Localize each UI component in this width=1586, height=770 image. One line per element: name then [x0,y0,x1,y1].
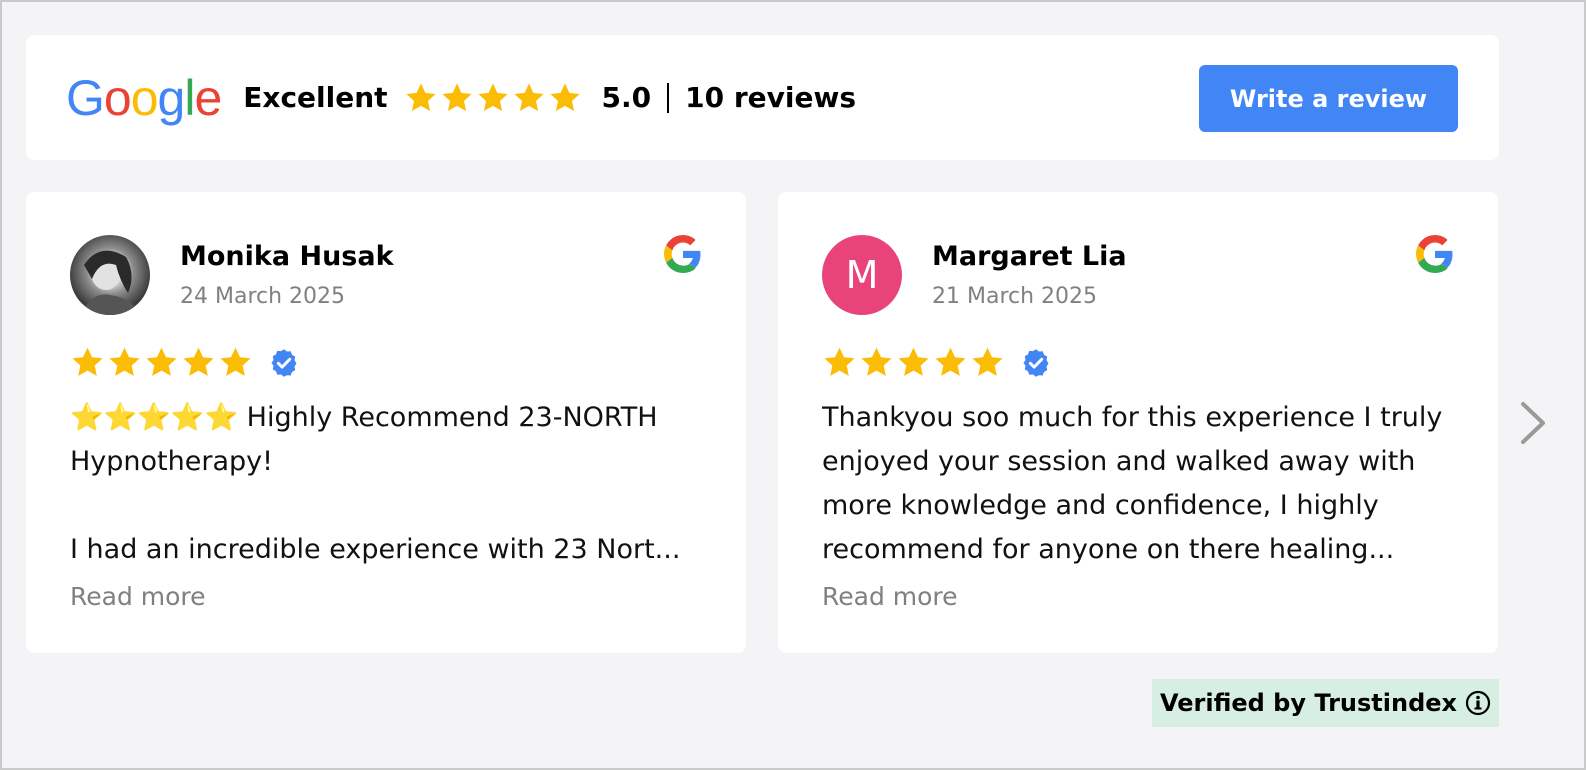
star-icon [72,347,103,376]
google-g-icon [664,235,701,273]
review-stars [822,345,1454,380]
review-text: Thankyou soo much for this experience I … [822,396,1454,572]
write-review-button[interactable]: Write a review [1199,65,1458,132]
reviewer-name: Margaret Lia [932,241,1127,272]
review-date: 21 March 2025 [932,284,1098,309]
avatar: M [822,235,902,315]
star-icon [513,83,544,111]
divider [667,82,670,113]
rating-header: Google Excellent 5.0 10 reviews Write a … [26,35,1499,160]
google-logo: Google [66,69,222,126]
star-icon [109,347,140,376]
review-date: 24 March 2025 [180,284,346,309]
review-body: Thankyou soo much for this experience I … [822,402,1443,565]
avatar [70,235,150,315]
star-icon [549,83,580,111]
reviews-count: 10 reviews [685,81,857,114]
star-icon [935,347,966,376]
read-more-link[interactable]: Read more [70,582,702,611]
read-more-link[interactable]: Read more [822,582,1454,611]
logo-letter: o [130,69,159,126]
star-icon [441,83,472,111]
review-body: ⭐⭐⭐⭐⭐ Highly Recommend 23-NORTH Hypnothe… [70,402,681,565]
star-icon [146,347,177,376]
star-group [70,345,253,380]
logo-letter: G [66,69,105,126]
overall-stars [404,81,582,115]
star-icon [824,347,855,376]
star-icon [972,347,1003,376]
star-icon [898,347,929,376]
verified-by-badge[interactable]: Verified by Trustindex [1152,679,1499,727]
verified-label: Verified by Trustindex [1159,689,1458,717]
avatar-photo-icon [80,250,142,315]
reviewer-name: Monika Husak [180,241,394,272]
rating-word: Excellent [243,81,388,114]
logo-letter: g [157,69,186,126]
star-icon [220,347,251,376]
review-stars [70,345,702,380]
verified-badge-icon [1023,348,1049,377]
review-header: M Margaret Lia 21 March 2025 [822,235,1454,315]
star-icon [861,347,892,376]
logo-letter: e [194,69,222,126]
google-g-icon [1416,235,1453,273]
score-value: 5.0 [601,81,652,114]
review-card: M Margaret Lia 21 March 2025 Thankyou so… [778,192,1498,653]
logo-letter: l [184,69,195,126]
verified-badge-icon [271,348,297,377]
star-icon [477,83,508,111]
star-icon [183,347,214,376]
review-header: Monika Husak 24 March 2025 [70,235,702,315]
review-card: Monika Husak 24 March 2025 ⭐⭐⭐⭐⭐ Highly … [26,192,746,653]
star-icon [405,83,436,111]
chevron-right-icon[interactable] [1515,400,1551,446]
logo-letter: o [103,69,132,126]
review-text: ⭐⭐⭐⭐⭐ Highly Recommend 23-NORTH Hypnothe… [70,396,702,572]
star-group [822,345,1005,380]
info-icon[interactable] [1465,690,1491,716]
